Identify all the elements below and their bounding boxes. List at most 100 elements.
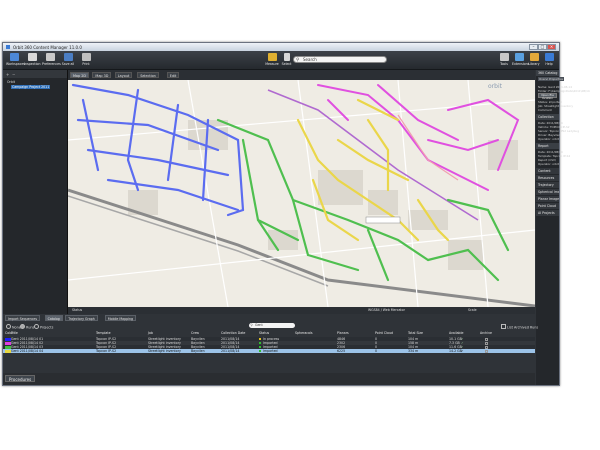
checkbox-icon (501, 324, 506, 329)
catalog-tab[interactable]: Properties (548, 77, 565, 81)
column-header-status[interactable]: Status (259, 331, 269, 336)
column-header-point-cloud[interactable]: Point Cloud (375, 331, 393, 336)
section-content[interactable]: Content (536, 168, 559, 174)
main-toolbar: Measure Select ⚲ Search Workspaces Inspec… (3, 51, 559, 70)
list-archived-checkbox[interactable]: List Archived Runs (501, 324, 538, 330)
catalog-panel: 360 Catalog Overview Properties Name: Gent… (536, 70, 590, 385)
preferences-icon (45, 53, 55, 61)
tab-map-3d[interactable]: Map 3D (92, 72, 112, 78)
workspaces-button[interactable]: Workspaces (6, 52, 26, 68)
status-indicator-icon (259, 342, 261, 344)
section-trajectory[interactable]: Trajectory (536, 182, 559, 188)
window-title: Orbit 360 Content Manager 11.0.0 (13, 45, 82, 50)
report-header: Report (536, 143, 559, 149)
radio-label: Projects (40, 325, 54, 330)
filter-radio-none[interactable]: None (6, 324, 21, 330)
column-header-available[interactable]: Available (449, 331, 463, 336)
checkbox-label: List Archived Runs (507, 325, 539, 330)
radio-icon (34, 324, 39, 329)
section-planar-images[interactable]: Planar Images (536, 196, 559, 202)
column-header-template[interactable]: Template (96, 331, 111, 336)
tab-map-2d[interactable]: Map 2D (70, 72, 90, 78)
tree-toolbar: + − (3, 70, 67, 78)
toolbar-label: Inspection (24, 62, 41, 66)
column-header-collection-date[interactable]: Collection Date (221, 331, 245, 336)
toolbar-label: Tools (500, 62, 508, 66)
status-indicator-icon (259, 346, 261, 348)
tab-import-sequences[interactable]: Import Sequences (5, 315, 40, 321)
column-header-spheracals[interactable]: Spheracals (295, 331, 313, 336)
search-input[interactable]: ⚲ Search (293, 56, 387, 63)
column-header-title[interactable]: Title (11, 331, 18, 336)
collection-row: Operator: orbit (538, 137, 559, 141)
measure-icon (267, 53, 277, 61)
cell-job: Streetlight inventory (148, 349, 181, 353)
cell-template: Topcon IP-S2 (96, 349, 117, 353)
library-button[interactable]: Library (527, 52, 541, 68)
toolbar-label: Save all (61, 62, 75, 66)
section-resources[interactable]: Resources (536, 175, 559, 181)
tab-layout[interactable]: Layout (114, 72, 133, 78)
filter-radio-runs[interactable]: Runs (20, 324, 34, 330)
tree-item[interactable]: Campaign Project 2011 (11, 85, 51, 89)
preferences-button[interactable]: Preferences (42, 52, 61, 68)
save-all-button[interactable]: Save all (60, 52, 76, 68)
tools-icon (499, 53, 509, 61)
report-row: Operator: orbit (538, 162, 559, 166)
title-bar: Orbit 360 Content Manager 11.0.0 – □ × (3, 43, 559, 51)
section-ai-projects[interactable]: AI Projects (536, 210, 559, 216)
table-row[interactable]: Gent 2011/08/14 04 Topcon IP-S2 Streetligh… (3, 349, 535, 353)
cell-status: Imported (263, 349, 278, 353)
remove-icon[interactable]: − (12, 72, 15, 77)
toolbar-label: Library (528, 62, 540, 66)
filter-radio-projects[interactable]: Projects (34, 324, 53, 330)
select-button[interactable]: Select (281, 52, 292, 68)
column-header-planars[interactable]: Planars (337, 331, 349, 336)
procedures-button[interactable]: Procedures (5, 375, 36, 382)
inspection-button[interactable]: Inspection (24, 52, 40, 68)
column-header-job[interactable]: Job (148, 331, 153, 336)
maximize-button[interactable]: □ (538, 44, 547, 50)
cursor-icon (283, 53, 290, 61)
catalog-title: 360 Catalog (536, 70, 559, 76)
tree-item[interactable]: Orbit (7, 80, 15, 84)
help-icon (544, 53, 554, 61)
tools-button[interactable]: Tools (497, 52, 511, 68)
column-header-crew[interactable]: Crew (191, 331, 199, 336)
search-text: Gent (255, 323, 263, 327)
toolbar-label: Workspaces (6, 62, 26, 66)
run-filters: None Runs Projects ⚲ Gent List Archived Runs (3, 322, 538, 330)
tab-mobile-mapping[interactable]: Mobile Mapping (104, 315, 137, 321)
minimize-button[interactable]: – (529, 44, 538, 50)
catalog-field: Comment (538, 108, 552, 112)
status-indicator-icon (259, 338, 261, 340)
measure-button[interactable]: Measure (265, 52, 279, 68)
cell-planars: 6225 (337, 349, 346, 353)
map-tabs: Map 2D Map 3D Layout Selection Edit (68, 70, 535, 80)
print-button[interactable]: Print (78, 52, 94, 68)
save-icon (63, 53, 73, 61)
app-window: Orbit 360 Content Manager 11.0.0 – □ × M… (2, 42, 590, 386)
tab-catalog[interactable]: Catalog (44, 315, 63, 321)
extensions-button[interactable]: Extensions (512, 52, 529, 68)
add-icon[interactable]: + (6, 72, 9, 77)
map-tooltip (365, 216, 401, 224)
help-button[interactable]: Help (542, 52, 556, 68)
tab-trajectory-graph[interactable]: Trajectory Graph (65, 315, 98, 321)
app-icon (6, 45, 10, 49)
section-spherical-images[interactable]: Spherical Images (536, 189, 559, 195)
cell-pc: 0 (375, 349, 378, 353)
runs-search-input[interactable]: ⚲ Gent (249, 323, 295, 328)
open-file-location-button[interactable]: Open file location (538, 93, 557, 100)
tab-edit[interactable]: Edit (166, 72, 180, 78)
project-tree-pane: + − Orbit Campaign Project 2011 (3, 70, 68, 314)
map-canvas[interactable]: orbit (68, 80, 535, 307)
section-point-cloud[interactable]: Point Cloud (536, 203, 559, 209)
procedures-bar: Procedures (3, 373, 535, 385)
close-button[interactable]: × (547, 44, 556, 50)
archive-checkbox[interactable] (485, 349, 488, 353)
column-header-archive[interactable]: Archive (480, 331, 492, 336)
tab-selection[interactable]: Selection (137, 72, 159, 78)
toolbar-label: Preferences (42, 62, 61, 66)
column-header-total-size[interactable]: Total Size (408, 331, 423, 336)
